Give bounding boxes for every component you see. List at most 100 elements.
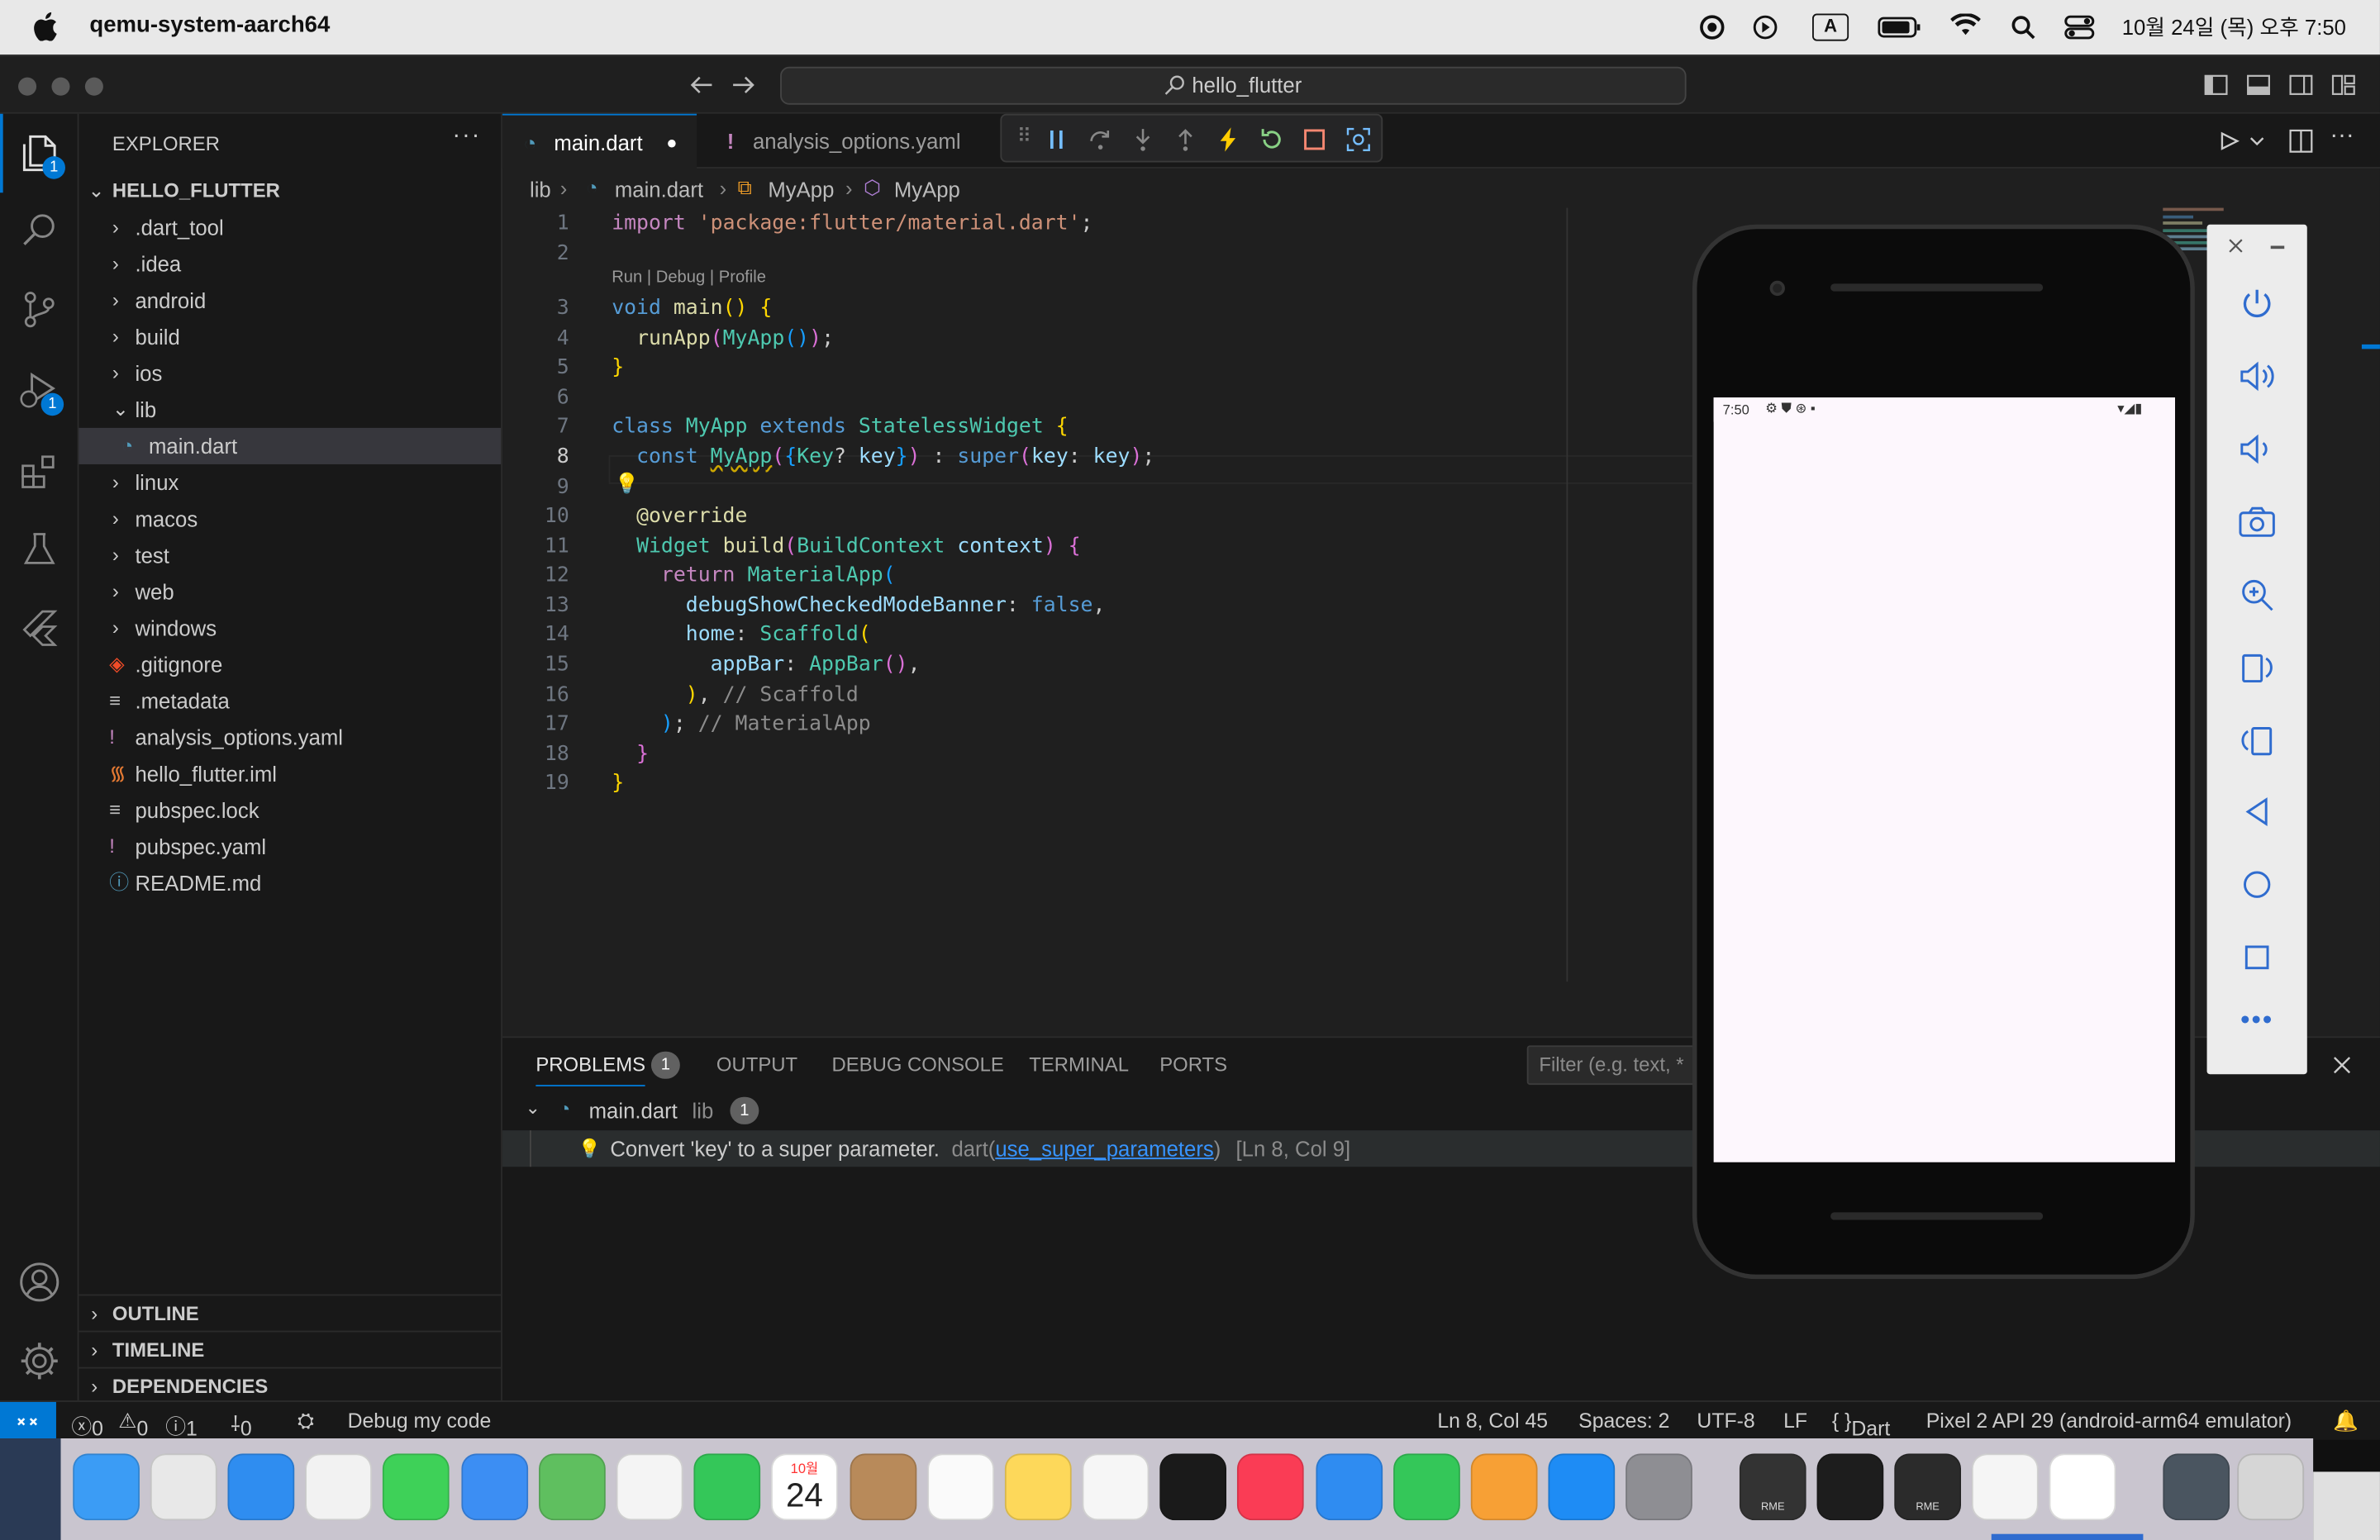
errors-count[interactable]: ⓧ 0 — [71, 1409, 103, 1439]
status-icon[interactable] — [1698, 14, 1726, 41]
cursor-position[interactable]: Ln 8, Col 45 — [1437, 1409, 1548, 1433]
dock-contacts-icon[interactable] — [850, 1453, 917, 1521]
control-center-icon[interactable] — [2064, 14, 2095, 41]
zoom-window-button[interactable] — [84, 77, 103, 96]
tree-item[interactable]: › macos — [79, 501, 502, 537]
tab-terminal[interactable]: TERMINAL — [1029, 1053, 1129, 1077]
spotlight-search-icon[interactable] — [2011, 15, 2035, 40]
dock-facetime-icon[interactable] — [693, 1453, 761, 1521]
dock-finder-icon[interactable] — [73, 1453, 140, 1521]
problems-filter-input[interactable]: Filter (e.g. text, * — [1526, 1045, 1702, 1086]
dock-rme-app-icon[interactable]: RME — [1739, 1453, 1806, 1521]
tab-analysis-options[interactable]: ! analysis_options.yaml — [709, 114, 997, 169]
toggle-sidebar-icon[interactable] — [2204, 74, 2228, 96]
dock-screen-mirror-icon[interactable] — [2163, 1453, 2230, 1521]
rotate-left-icon[interactable] — [2237, 649, 2277, 686]
breadcrumb-class[interactable]: MyApp — [768, 178, 834, 202]
tab-ports[interactable]: PORTS — [1159, 1053, 1227, 1077]
tree-item[interactable]: › web — [79, 573, 502, 610]
drag-handle-icon[interactable]: ⠿ — [1017, 125, 1032, 149]
device-selector[interactable]: Pixel 2 API 29 (android-arm64 emulator) — [1926, 1409, 2292, 1433]
remote-indicator[interactable] — [0, 1401, 56, 1442]
battery-icon[interactable] — [1878, 15, 1923, 39]
tree-item[interactable]: ◈ .gitignore — [79, 646, 502, 682]
tab-problems[interactable]: PROBLEMS — [536, 1053, 646, 1086]
tree-item[interactable]: › test — [79, 537, 502, 573]
power-icon[interactable] — [2239, 285, 2275, 321]
back-arrow-icon[interactable] — [689, 74, 713, 96]
dock-apple-tv-icon[interactable] — [1159, 1453, 1227, 1521]
flutter-icon[interactable] — [20, 608, 60, 648]
tab-debug-console[interactable]: DEBUG CONSOLE — [832, 1053, 1004, 1077]
dock-freeform-icon[interactable] — [1082, 1453, 1150, 1521]
step-over-icon[interactable] — [1088, 127, 1112, 151]
dock-pages-icon[interactable] — [1470, 1453, 1538, 1521]
warnings-count[interactable]: ⚠ 0 — [118, 1409, 148, 1440]
tree-item[interactable]: › windows — [79, 610, 502, 646]
dock-trash-icon[interactable] — [2237, 1453, 2305, 1521]
gear-icon[interactable] — [18, 1340, 60, 1382]
dock-launchpad-icon[interactable] — [150, 1453, 217, 1521]
tree-item[interactable]: ◔ main.dart — [79, 427, 502, 464]
toggle-secondary-sidebar-icon[interactable] — [2289, 74, 2313, 96]
timeline-section[interactable]: › TIMELINE — [79, 1330, 502, 1367]
language-mode[interactable]: { } Dart — [1832, 1409, 1890, 1440]
menubar-clock[interactable]: 10월 24일 (목) 오후 7:50 — [2122, 12, 2346, 43]
rotate-right-icon[interactable] — [2237, 722, 2277, 758]
restart-icon[interactable] — [1259, 127, 1283, 151]
dock-photos-icon[interactable] — [616, 1453, 683, 1521]
codelens[interactable]: Run | Debug | Profile — [612, 269, 766, 287]
debug-launch-icon[interactable]: ⛭ — [298, 1409, 314, 1433]
hot-reload-lightning-icon[interactable] — [1217, 126, 1239, 153]
infos-count[interactable]: ⓘ 1 — [165, 1409, 198, 1439]
dependencies-section[interactable]: › DEPENDENCIES — [79, 1367, 502, 1404]
dock-numbers-icon[interactable] — [1393, 1453, 1460, 1521]
dock-vscode-icon[interactable] — [1971, 1453, 2039, 1521]
tree-item[interactable]: ! pubspec.yaml — [79, 829, 502, 865]
indentation[interactable]: Spaces: 2 — [1578, 1409, 1669, 1433]
dock-chrome-icon[interactable] — [305, 1453, 372, 1521]
volume-up-icon[interactable] — [2237, 358, 2277, 394]
toggle-panel-icon[interactable] — [2246, 74, 2270, 96]
command-center[interactable]: hello_flutter — [780, 66, 1687, 105]
inspect-widget-icon[interactable] — [1346, 127, 1370, 152]
extensions-icon[interactable] — [18, 450, 60, 492]
bell-icon[interactable]: 🔔 — [2333, 1409, 2359, 1433]
editor-more-actions[interactable]: ··· — [2330, 123, 2354, 150]
volume-down-icon[interactable] — [2237, 431, 2277, 468]
forward-arrow-icon[interactable] — [731, 74, 755, 96]
dock-reminders-icon[interactable] — [927, 1453, 995, 1521]
back-icon[interactable] — [2240, 795, 2273, 828]
dock-safari-icon[interactable] — [227, 1453, 295, 1521]
debug-config[interactable]: Debug my code — [348, 1409, 492, 1433]
dock-app-store-icon[interactable] — [1548, 1453, 1616, 1521]
minimize-emulator-icon[interactable] — [2270, 245, 2285, 249]
tree-item[interactable]: ⓘ README.md — [79, 865, 502, 901]
minimize-window-button[interactable] — [51, 77, 70, 96]
tree-item[interactable]: › .dart_tool — [79, 209, 502, 245]
search-icon[interactable] — [20, 211, 60, 250]
explorer-more-actions[interactable]: ··· — [452, 123, 481, 150]
ports-forwarded[interactable]: ⸸ 0 — [231, 1409, 251, 1440]
dock-maps-icon[interactable] — [539, 1453, 606, 1521]
dock-android-studio-icon[interactable] — [2049, 1453, 2116, 1521]
tree-item[interactable]: › .idea — [79, 246, 502, 283]
step-into-icon[interactable] — [1132, 127, 1154, 151]
explorer-root-folder[interactable]: ⌄ HELLO_FLUTTER — [79, 173, 502, 209]
dock-rme-app-2-icon[interactable]: RME — [1894, 1453, 1962, 1521]
close-window-button[interactable] — [18, 77, 37, 96]
dock-keynote-icon[interactable] — [1316, 1453, 1383, 1521]
encoding[interactable]: UTF-8 — [1697, 1409, 1754, 1433]
tab-main-dart[interactable]: ◔ main.dart ● — [502, 113, 697, 169]
stop-icon[interactable] — [1304, 129, 1326, 150]
breadcrumb-file[interactable]: main.dart — [615, 178, 703, 202]
tree-item[interactable]: ⌄ lib — [79, 392, 502, 428]
testing-flask-icon[interactable] — [20, 530, 60, 569]
screenshot-camera-icon[interactable] — [2237, 504, 2277, 540]
customize-layout-icon[interactable] — [2331, 74, 2355, 96]
app-name[interactable]: qemu-system-aarch64 — [89, 12, 330, 38]
tree-item[interactable]: ! analysis_options.yaml — [79, 720, 502, 756]
tree-item[interactable]: › linux — [79, 464, 502, 501]
problem-file-row[interactable]: ⌄ ◔ main.dart lib 1 — [502, 1096, 1716, 1129]
tree-item[interactable]: ≡ .metadata — [79, 682, 502, 719]
